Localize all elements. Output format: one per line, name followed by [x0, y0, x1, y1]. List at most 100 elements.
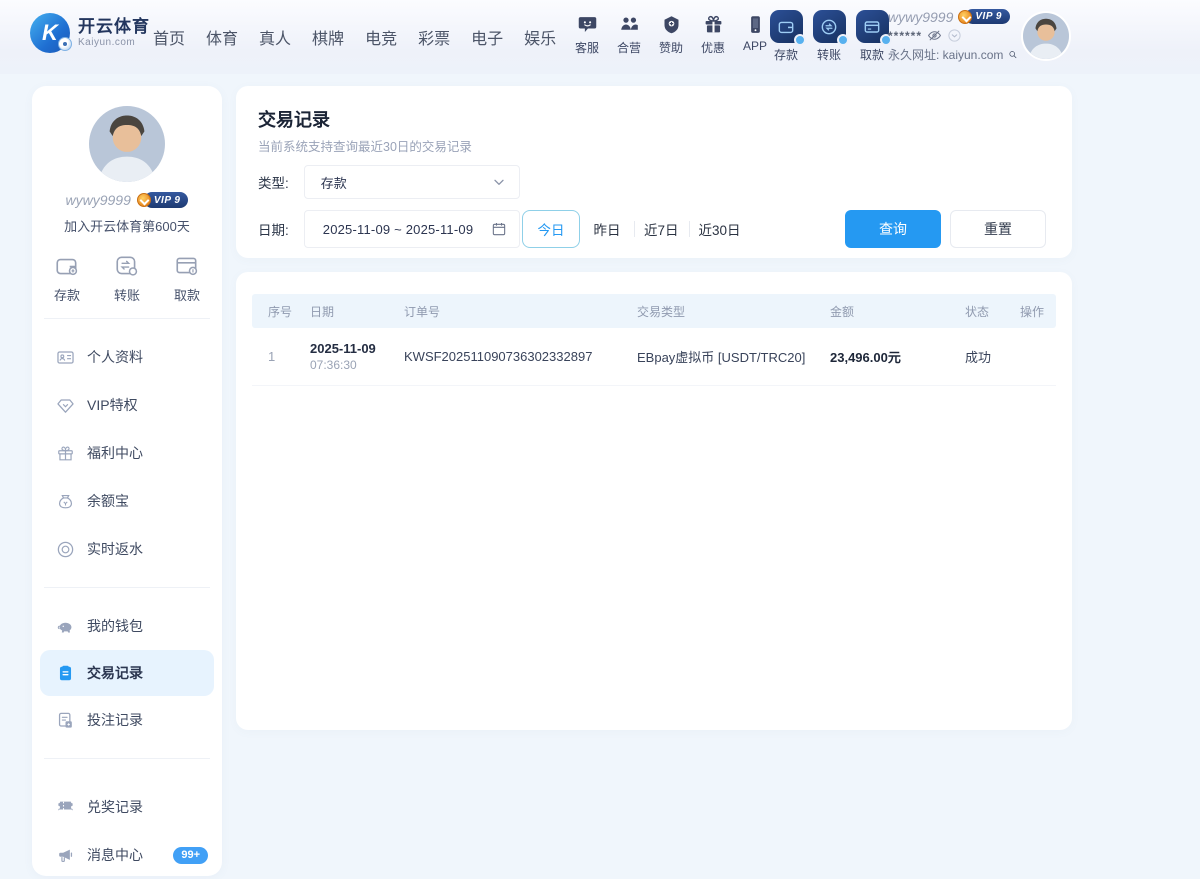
- date-filter-row: 日期: 2025-11-09 ~ 2025-11-09: [258, 210, 520, 248]
- avatar[interactable]: [1021, 11, 1071, 61]
- gift-icon: [705, 15, 721, 33]
- nav-item-entertainment[interactable]: 娱乐: [519, 21, 561, 53]
- partnership-label: 合营: [616, 41, 641, 55]
- sidebar-item-label: 消息中心: [87, 847, 143, 863]
- nav-item-home[interactable]: 首页: [148, 21, 190, 53]
- type-filter-row: 类型: 存款: [258, 165, 520, 199]
- chat-bubble-icon: [578, 17, 596, 32]
- sidebar-deposit-button[interactable]: 存款: [54, 253, 80, 304]
- range-yesterday-button[interactable]: 昨日: [580, 210, 634, 248]
- wallet-outline-icon: [56, 258, 78, 276]
- cell-amount: 23,496.00元: [830, 350, 901, 365]
- transactions-table-card: 序号 日期 订单号 交易类型 金额 状态 操作 1 2025-11-09 07:…: [236, 272, 1072, 730]
- cell-time-value: 07:36:30: [310, 358, 357, 372]
- transfer-icon: [812, 10, 849, 46]
- customer-service-button[interactable]: 客服: [568, 14, 606, 56]
- nav-item-board-games[interactable]: 棋牌: [307, 21, 349, 53]
- promotions-button[interactable]: 优惠: [694, 14, 732, 56]
- sidebar: wywy9999 VIP 9 加入开云体育第600天 存款 转账 取款 个人资料…: [32, 86, 222, 876]
- cell-order-no: KWSF202511090736302332897: [404, 349, 593, 364]
- quick-range-group: 今日 昨日 近7日 近30日: [522, 210, 751, 248]
- range-30days-button[interactable]: 近30日: [688, 210, 751, 248]
- sidebar-item-vip[interactable]: VIP特权: [32, 381, 222, 429]
- brand-name: 开云体育: [78, 17, 150, 37]
- brand-logo[interactable]: K 开云体育 Kaiyun.com: [30, 13, 150, 53]
- cell-transaction-type: EBpay虚拟币 [USDT/TRC20]: [637, 350, 806, 365]
- sidebar-withdraw-button[interactable]: 取款: [174, 253, 200, 304]
- type-select[interactable]: 存款: [303, 165, 520, 199]
- sidebar-avatar[interactable]: [89, 106, 165, 182]
- vip-badge: VIP 9: [958, 9, 1010, 24]
- withdraw-label: 取款: [859, 48, 884, 62]
- sponsor-button[interactable]: 赞助: [652, 14, 690, 56]
- sidebar-quick-actions: 存款 转账 取款: [32, 253, 222, 304]
- transfer-button[interactable]: 转账: [810, 10, 849, 63]
- sidebar-vip-badge: VIP 9: [136, 192, 189, 208]
- nav-item-live[interactable]: 真人: [254, 21, 296, 53]
- header-wallet-actions: 存款 转账 取款: [767, 10, 892, 63]
- col-header-index: 序号: [268, 304, 293, 319]
- deposit-icon: [769, 10, 806, 46]
- cell-date-value: 2025-11-09: [310, 341, 376, 356]
- nav-item-esports[interactable]: 电竞: [360, 21, 402, 53]
- transfer-label: 转账: [816, 48, 841, 62]
- sidebar-menu-group-1: 个人资料 VIP特权 福利中心 余额宝 实时返水: [32, 333, 222, 573]
- sidebar-item-rebate[interactable]: 实时返水: [32, 525, 222, 573]
- main-nav: 首页 体育 真人 棋牌 电竞 彩票 电子 娱乐: [148, 0, 561, 74]
- col-header-order: 订单号: [404, 304, 441, 319]
- vip-level: VIP 9: [965, 9, 1010, 24]
- cell-index: 1: [268, 349, 276, 364]
- type-select-value: 存款: [320, 175, 347, 191]
- range-7days-button[interactable]: 近7日: [634, 210, 689, 248]
- refresh-chevron-icon[interactable]: [947, 28, 962, 43]
- sidebar-item-welfare[interactable]: 福利中心: [32, 429, 222, 477]
- card-outline-icon: [176, 257, 198, 276]
- sidebar-username: wywy9999: [65, 192, 131, 208]
- brand-logo-icon: K: [30, 13, 72, 53]
- col-header-date: 日期: [310, 304, 335, 319]
- customer-service-label: 客服: [574, 41, 599, 55]
- date-label: 日期:: [258, 223, 289, 238]
- date-range-value: 2025-11-09 ~ 2025-11-09: [322, 221, 474, 237]
- range-today-button[interactable]: 今日: [522, 210, 580, 248]
- withdraw-icon: [855, 10, 892, 46]
- nav-item-sports[interactable]: 体育: [201, 21, 243, 53]
- col-header-amount: 金额: [830, 304, 855, 319]
- sidebar-item-label: VIP特权: [87, 397, 138, 413]
- sidebar-item-label: 实时返水: [87, 541, 143, 557]
- sponsor-label: 赞助: [658, 41, 683, 55]
- badge-icon: [664, 16, 678, 34]
- user-info-block: wywy9999 VIP 9 ****** 永久网址: kaiyun.com: [888, 9, 1018, 66]
- sidebar-item-yuebao[interactable]: 余额宝: [32, 477, 222, 525]
- page-title: 交易记录: [258, 110, 330, 130]
- permanent-url: 永久网址: kaiyun.com: [888, 47, 1004, 62]
- vip-shield-icon: [136, 193, 151, 207]
- nav-item-lottery[interactable]: 彩票: [413, 21, 455, 53]
- sidebar-item-transactions[interactable]: 交易记录: [40, 650, 214, 696]
- sidebar-item-bets[interactable]: 投注记录: [32, 696, 222, 744]
- sidebar-item-messages[interactable]: 消息中心 99+: [32, 831, 222, 879]
- magnifier-icon[interactable]: [1008, 47, 1018, 62]
- megaphone-icon: [59, 849, 73, 862]
- bet-record-icon: [58, 712, 72, 728]
- nav-item-slots[interactable]: 电子: [466, 21, 508, 53]
- sidebar-item-profile[interactable]: 个人资料: [32, 333, 222, 381]
- table-header-row: 序号 日期 订单号 交易类型 金额 状态 操作: [252, 294, 1056, 328]
- eye-off-icon[interactable]: [927, 28, 942, 43]
- partnership-button[interactable]: 合营: [610, 14, 648, 56]
- brand-domain: Kaiyun.com: [78, 36, 136, 48]
- transfer-outline-icon: [116, 256, 138, 276]
- promotions-label: 优惠: [700, 41, 725, 55]
- deposit-button[interactable]: 存款: [767, 10, 806, 63]
- search-button[interactable]: 查询: [845, 210, 941, 248]
- message-count-badge: 99+: [173, 846, 208, 864]
- sidebar-item-prizes[interactable]: 兑奖记录: [32, 783, 222, 831]
- vip-shield-icon: [958, 9, 973, 24]
- sidebar-item-wallet[interactable]: 我的钱包: [32, 602, 222, 650]
- transfer-badge: [836, 34, 849, 46]
- page: K 开云体育 Kaiyun.com 首页 体育 真人 棋牌 电竞 彩票 电子 娱…: [0, 0, 1200, 876]
- withdraw-button[interactable]: 取款: [853, 10, 892, 63]
- date-range-input[interactable]: 2025-11-09 ~ 2025-11-09: [303, 210, 520, 248]
- reset-button[interactable]: 重置: [950, 210, 1046, 248]
- sidebar-transfer-button[interactable]: 转账: [114, 253, 140, 304]
